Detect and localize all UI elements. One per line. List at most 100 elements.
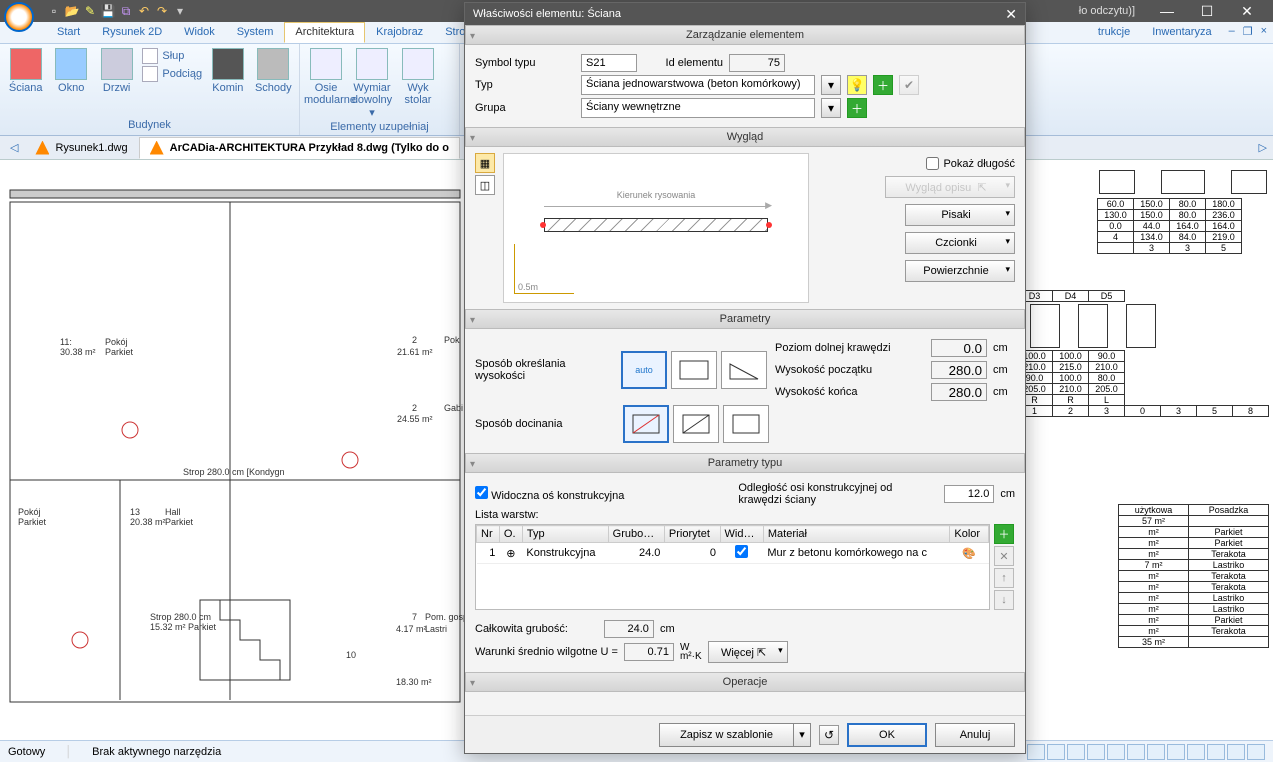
zapisz-szablon-dropdown-icon[interactable]: ▾ [793, 723, 811, 747]
anuluj-button[interactable]: Anuluj [935, 723, 1015, 747]
btn-osie[interactable]: Osie modularne [304, 46, 348, 106]
sb-toggle[interactable] [1027, 744, 1045, 760]
layer-add-icon[interactable]: ＋ [994, 524, 1014, 544]
dialog-title: Właściwości elementu: Ściana [473, 8, 621, 20]
svg-text:2: 2 [412, 403, 417, 413]
section-operacje[interactable]: ▾Operacje [465, 672, 1025, 692]
qat-save-icon[interactable]: ✎ [82, 3, 98, 19]
zapisz-szablon-button[interactable]: Zapisz w szablonie [659, 723, 793, 747]
sb-toggle[interactable] [1207, 744, 1225, 760]
grupa-add-icon[interactable]: ＋ [847, 98, 867, 118]
section-parametry-typu[interactable]: ▾Parametry typu [465, 453, 1025, 473]
typ-lamp-icon[interactable]: 💡 [847, 75, 867, 95]
sb-toggle[interactable] [1147, 744, 1165, 760]
trim-opt-3[interactable] [723, 405, 769, 443]
layer-visible-check[interactable] [735, 545, 748, 558]
tabs-scroll-right-icon[interactable]: ▷ [1253, 141, 1273, 154]
typ-dropdown-icon[interactable]: ▾ [821, 75, 841, 95]
pokaz-dlugosc-check[interactable]: Pokaż długość [926, 157, 1015, 170]
section-wyglad[interactable]: ▾Wygląd [465, 127, 1025, 147]
btn-sciana[interactable]: Ściana [4, 46, 47, 94]
symbol-input[interactable] [581, 54, 637, 72]
wiecej-button[interactable]: Więcej ⇱ [708, 641, 788, 663]
btn-schody[interactable]: Schody [252, 46, 295, 94]
section-zarzadzanie[interactable]: ▾Zarządzanie elementem [465, 25, 1025, 45]
grupa-dropdown-icon[interactable]: ▾ [821, 98, 841, 118]
sposob-wysokosci-label: Sposób określania wysokości [475, 358, 613, 382]
chevron-down-icon: ▾ [470, 312, 475, 330]
qat-more-icon[interactable]: ▾ [172, 3, 188, 19]
layer-up-icon[interactable]: ↑ [994, 568, 1014, 588]
qat-undo-icon[interactable]: ↶ [136, 3, 152, 19]
sb-toggle[interactable] [1247, 744, 1265, 760]
sb-toggle[interactable] [1047, 744, 1065, 760]
poziom-dolnej-input [931, 339, 987, 357]
layer-down-icon[interactable]: ↓ [994, 590, 1014, 610]
sb-toggle[interactable] [1167, 744, 1185, 760]
tab-start[interactable]: Start [46, 22, 91, 43]
preview-tab-2d-icon[interactable]: ▦ [475, 153, 495, 173]
qat-save-icon2[interactable]: 💾 [100, 3, 116, 19]
dialog-close-icon[interactable]: ✕ [1005, 6, 1017, 23]
grupa-combo[interactable]: Ściany wewnętrzne [581, 98, 815, 118]
btn-okno[interactable]: Okno [49, 46, 92, 94]
layer-row[interactable]: 1 ⊕ Konstrukcyjna 24.0 0 Mur z betonu ko… [477, 543, 989, 564]
minimize-button[interactable]: — [1153, 3, 1181, 20]
reset-icon[interactable]: ↺ [819, 725, 839, 745]
layer-remove-icon[interactable]: ✕ [994, 546, 1014, 566]
tab-inwentaryza[interactable]: Inwentaryza [1141, 22, 1222, 43]
doc-tab-1[interactable]: Rysunek1.dwg [24, 137, 138, 159]
trim-opt-1[interactable] [623, 405, 669, 443]
btn-wymiar[interactable]: Wymiar dowolny ▾ [350, 46, 394, 119]
height-opt-slope[interactable] [721, 351, 767, 389]
qat-new-icon[interactable]: ▫ [46, 3, 62, 19]
odl-osi-input[interactable] [944, 485, 994, 503]
layer-color-swatch[interactable]: 🎨 [950, 543, 989, 564]
qat-saveall-icon[interactable]: ⧉ [118, 3, 134, 19]
tabs-scroll-left-icon[interactable]: ◁ [4, 141, 24, 154]
sb-toggle[interactable] [1087, 744, 1105, 760]
symbol-label: Symbol typu [475, 57, 575, 69]
btn-podciag[interactable]: Podciąg [142, 66, 202, 82]
btn-drzwi[interactable]: Drzwi [95, 46, 138, 94]
qat-redo-icon[interactable]: ↷ [154, 3, 170, 19]
tab-krajobraz[interactable]: Krajobraz [365, 22, 434, 43]
dialog-titlebar[interactable]: Właściwości elementu: Ściana ✕ [465, 3, 1025, 25]
tab-system[interactable]: System [226, 22, 285, 43]
layers-table[interactable]: Nr O. Typ Grubo… Priorytet Wid… Materiał… [475, 524, 990, 610]
btn-wyk[interactable]: Wyk stolar [396, 46, 440, 106]
preview-tab-3d-icon[interactable]: ◫ [475, 175, 495, 195]
sb-toggle[interactable] [1067, 744, 1085, 760]
svg-text:7: 7 [412, 612, 417, 622]
sb-toggle[interactable] [1127, 744, 1145, 760]
doc-tab-2[interactable]: ArCADia-ARCHITEKTURA Przykład 8.dwg (Tyl… [139, 137, 460, 159]
svg-text:11:: 11: [60, 337, 72, 347]
height-opt-auto[interactable]: auto [621, 351, 667, 389]
powierzchnie-button[interactable]: Powierzchnie [905, 260, 1015, 282]
typ-combo[interactable]: Ściana jednowarstwowa (beton komórkowy) [581, 75, 815, 95]
mdi-minimize-icon[interactable]: – [1229, 25, 1235, 40]
tab-widok[interactable]: Widok [173, 22, 226, 43]
tab-architektura[interactable]: Architektura [284, 22, 365, 43]
sb-toggle[interactable] [1227, 744, 1245, 760]
svg-text:18.30 m²: 18.30 m² [396, 677, 432, 687]
typ-add-icon[interactable]: ＋ [873, 75, 893, 95]
close-button[interactable]: ✕ [1233, 3, 1261, 20]
tab-trukcje[interactable]: trukcje [1087, 22, 1141, 43]
section-parametry[interactable]: ▾Parametry [465, 309, 1025, 329]
tab-rysunek2d[interactable]: Rysunek 2D [91, 22, 173, 43]
widoczna-os-check[interactable]: Widoczna oś konstrukcyjna [475, 486, 624, 502]
czcionki-button[interactable]: Czcionki [905, 232, 1015, 254]
sb-toggle[interactable] [1187, 744, 1205, 760]
height-opt-rect[interactable] [671, 351, 717, 389]
mdi-close-icon[interactable]: × [1261, 25, 1267, 40]
mdi-restore-icon[interactable]: ❐ [1243, 25, 1253, 40]
trim-opt-2[interactable] [673, 405, 719, 443]
sb-toggle[interactable] [1107, 744, 1125, 760]
maximize-button[interactable]: ☐ [1193, 3, 1221, 20]
pisaki-button[interactable]: Pisaki [905, 204, 1015, 226]
btn-slup[interactable]: Słup [142, 48, 202, 64]
qat-open-icon[interactable]: 📂 [64, 3, 80, 19]
btn-komin[interactable]: Komin [206, 46, 249, 94]
ok-button[interactable]: OK [847, 723, 927, 747]
